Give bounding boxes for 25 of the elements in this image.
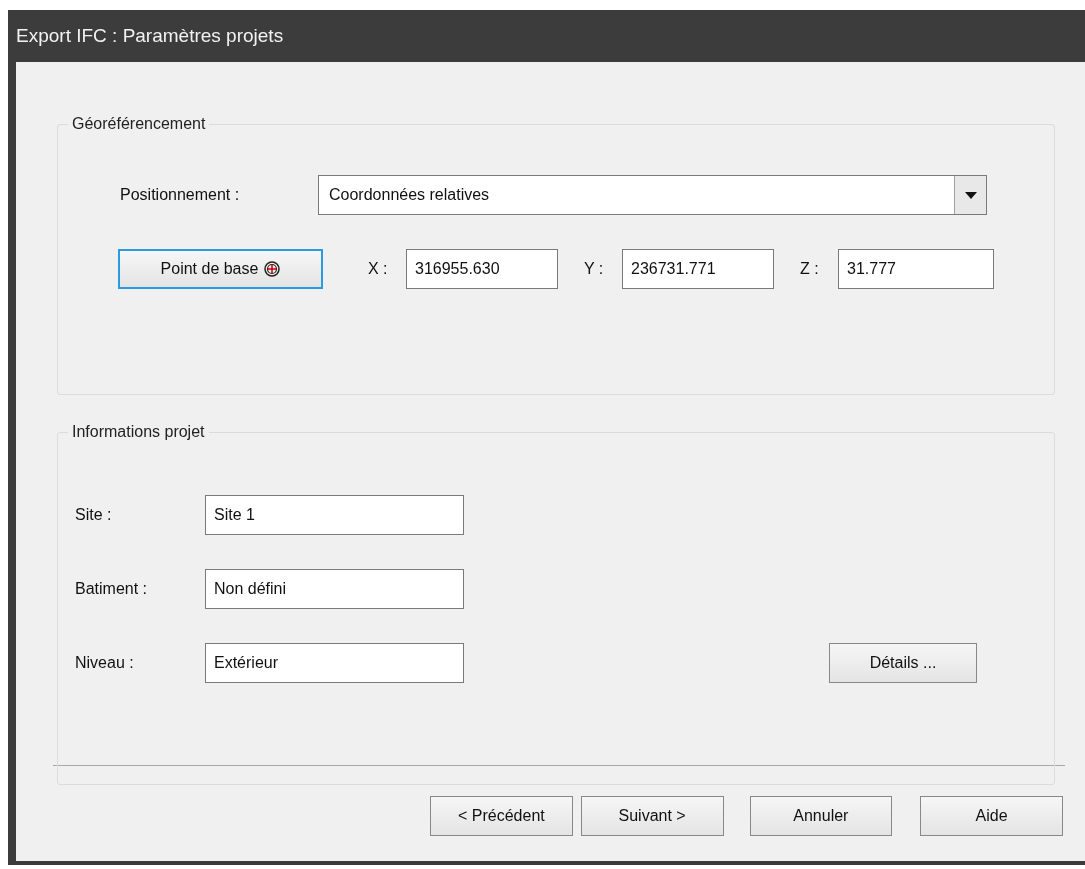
group-title: Géoréférencement [71, 115, 207, 133]
wizard-button[interactable]: Annuler [749, 796, 893, 836]
base-point-button[interactable]: Point de base [118, 249, 323, 289]
window-title: Export IFC : Paramètres projets [16, 25, 284, 47]
field-label: Site : [75, 506, 113, 524]
text-field[interactable]: Site 1 [205, 495, 464, 535]
wizard-button[interactable]: Suivant > [580, 796, 724, 836]
coordinate-label: Z : [800, 260, 820, 278]
coordinate-label: X : [368, 260, 389, 278]
field-label: Batiment : [75, 580, 149, 598]
coordinate-field[interactable]: 316955.630 [406, 249, 558, 289]
coordinate-field[interactable]: 236731.771 [622, 249, 774, 289]
field-label: Niveau : [75, 654, 135, 672]
wizard-button[interactable]: < Précédent [430, 796, 573, 836]
text-field[interactable]: Extérieur [205, 643, 464, 683]
group-title: Informations projet [71, 423, 206, 441]
positioning-dropdown[interactable]: Coordonnées relatives [318, 175, 987, 215]
text-field[interactable]: Non défini [205, 569, 464, 609]
wizard-button[interactable]: Aide [920, 796, 1063, 836]
crosshair-icon [264, 261, 281, 277]
positioning-label: Positionnement : [120, 186, 241, 204]
details-button[interactable]: Détails ... [829, 643, 977, 683]
caret-icon [964, 191, 977, 199]
coordinate-label: Y : [584, 260, 605, 278]
coordinate-field[interactable]: 31.777 [838, 249, 994, 289]
